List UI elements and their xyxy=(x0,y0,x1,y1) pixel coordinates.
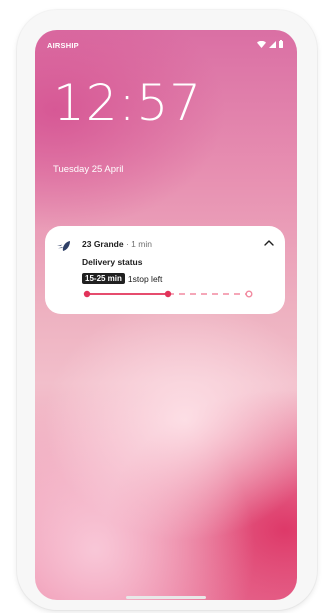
notification-separator: · xyxy=(125,239,129,249)
delivery-notification[interactable]: 23 Grande · 1 min Delivery status 15-25 … xyxy=(45,226,285,314)
progress-end-dot xyxy=(245,290,253,298)
wifi-icon xyxy=(257,40,266,48)
status-icons xyxy=(257,40,283,48)
lockscreen-clock: 12:57 xyxy=(53,74,203,132)
notification-app-name: 23 Grande xyxy=(82,239,124,249)
signal-icon xyxy=(269,40,276,48)
battery-icon xyxy=(279,40,283,48)
chevron-up-icon[interactable] xyxy=(263,238,275,248)
lock-screen: AIRSHIP 12:57 Tuesday 25 April 23 Grande… xyxy=(35,30,297,600)
delivery-progress xyxy=(83,290,253,298)
status-bar: AIRSHIP xyxy=(35,30,297,54)
eta-row: 15-25 min 1stop left xyxy=(82,273,162,284)
delivery-app-icon xyxy=(57,241,70,251)
carrier-label: AIRSHIP xyxy=(47,41,79,50)
progress-start-dot xyxy=(83,290,91,298)
phone-bottom-edge xyxy=(126,596,206,599)
notification-header: 23 Grande · 1 min xyxy=(82,239,152,249)
notification-time: 1 min xyxy=(131,239,152,249)
stops-remaining: 1stop left xyxy=(127,273,163,284)
lockscreen-date: Tuesday 25 April xyxy=(53,164,124,175)
progress-current-dot xyxy=(164,290,172,298)
eta-badge: 15-25 min xyxy=(82,273,125,284)
notification-title: Delivery status xyxy=(82,257,143,267)
